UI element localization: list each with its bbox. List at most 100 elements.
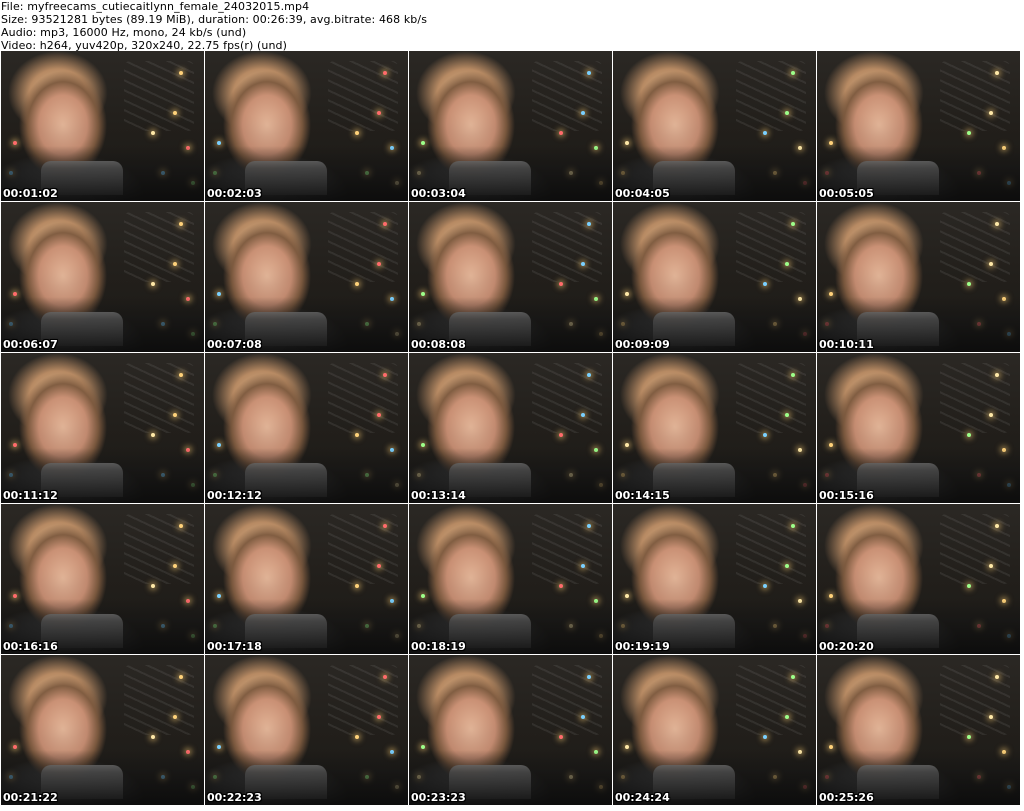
timestamp-label: 00:15:16 xyxy=(819,489,874,502)
chalkboard-texture xyxy=(328,61,398,131)
string-light xyxy=(173,715,177,719)
string-light xyxy=(9,624,13,628)
string-light xyxy=(599,634,603,638)
timestamp-label: 00:04:05 xyxy=(615,187,670,200)
timestamp-label: 00:18:19 xyxy=(411,640,466,653)
chalkboard-texture xyxy=(736,61,806,131)
string-light xyxy=(825,775,829,779)
file-name-line: File: myfreecams_cutiecaitlynn_female_24… xyxy=(1,0,310,13)
chalkboard-texture xyxy=(532,363,602,433)
string-light xyxy=(995,71,999,75)
chalkboard-texture xyxy=(124,61,194,131)
string-light xyxy=(569,473,573,477)
string-light xyxy=(599,483,603,487)
string-light xyxy=(421,594,425,598)
timestamp-label: 00:17:18 xyxy=(207,640,262,653)
string-light xyxy=(785,715,789,719)
chalkboard-texture xyxy=(124,363,194,433)
string-light xyxy=(151,131,155,135)
string-light xyxy=(377,715,381,719)
string-light xyxy=(977,171,981,175)
thumbnail-frame: 00:09:09 xyxy=(613,202,816,352)
thumbnail-frame: 00:04:05 xyxy=(613,51,816,201)
string-light xyxy=(151,735,155,739)
string-light xyxy=(977,624,981,628)
thumbnail-frame: 00:10:11 xyxy=(817,202,1020,352)
string-light xyxy=(559,131,563,135)
string-light xyxy=(967,131,971,135)
string-light xyxy=(173,111,177,115)
string-light xyxy=(390,750,394,754)
thumbnail-frame: 00:03:04 xyxy=(409,51,612,201)
string-light xyxy=(995,524,999,528)
string-light xyxy=(217,141,221,145)
string-light xyxy=(179,373,183,377)
string-light xyxy=(798,750,802,754)
thumbnail-frame: 00:24:24 xyxy=(613,655,816,805)
string-light xyxy=(421,292,425,296)
thumbnail-frame: 00:15:16 xyxy=(817,353,1020,503)
string-light xyxy=(179,71,183,75)
string-light xyxy=(365,624,369,628)
string-light xyxy=(395,181,399,185)
string-light xyxy=(213,322,217,326)
string-light xyxy=(355,735,359,739)
timestamp-label: 00:16:16 xyxy=(3,640,58,653)
string-light xyxy=(179,524,183,528)
timestamp-label: 00:10:11 xyxy=(819,338,874,351)
string-light xyxy=(989,262,993,266)
string-light xyxy=(186,146,190,150)
string-light xyxy=(825,171,829,175)
string-light xyxy=(213,624,217,628)
string-light xyxy=(217,594,221,598)
timestamp-label: 00:03:04 xyxy=(411,187,466,200)
chalkboard-texture xyxy=(940,212,1010,282)
string-light xyxy=(977,322,981,326)
string-light xyxy=(1002,750,1006,754)
string-light xyxy=(559,282,563,286)
string-light xyxy=(383,373,387,377)
string-light xyxy=(390,146,394,150)
chalkboard-texture xyxy=(736,665,806,735)
string-light xyxy=(599,332,603,336)
thumbnail-frame: 00:17:18 xyxy=(205,504,408,654)
timestamp-label: 00:08:08 xyxy=(411,338,466,351)
string-light xyxy=(395,483,399,487)
string-light xyxy=(151,282,155,286)
string-light xyxy=(625,594,629,598)
string-light xyxy=(621,775,625,779)
string-light xyxy=(161,171,165,175)
string-light xyxy=(587,222,591,226)
string-light xyxy=(995,675,999,679)
string-light xyxy=(791,71,795,75)
string-light xyxy=(989,111,993,115)
thumbnail-frame: 00:21:22 xyxy=(1,655,204,805)
string-light xyxy=(1002,448,1006,452)
string-light xyxy=(989,413,993,417)
string-light xyxy=(785,262,789,266)
string-light xyxy=(421,745,425,749)
string-light xyxy=(581,111,585,115)
string-light xyxy=(559,584,563,588)
thumbnail-frame: 00:19:19 xyxy=(613,504,816,654)
string-light xyxy=(621,322,625,326)
string-light xyxy=(803,332,807,336)
string-light xyxy=(365,171,369,175)
string-light xyxy=(377,564,381,568)
string-light xyxy=(989,715,993,719)
string-light xyxy=(625,292,629,296)
chalkboard-texture xyxy=(124,665,194,735)
string-light xyxy=(151,433,155,437)
string-light xyxy=(9,322,13,326)
string-light xyxy=(9,473,13,477)
string-light xyxy=(599,785,603,789)
thumbnail-frame: 00:11:12 xyxy=(1,353,204,503)
string-light xyxy=(390,297,394,301)
string-light xyxy=(829,141,833,145)
thumbnail-frame: 00:20:20 xyxy=(817,504,1020,654)
thumbnail-frame: 00:16:16 xyxy=(1,504,204,654)
string-light xyxy=(995,222,999,226)
timestamp-label: 00:05:05 xyxy=(819,187,874,200)
string-light xyxy=(559,735,563,739)
string-light xyxy=(383,524,387,528)
